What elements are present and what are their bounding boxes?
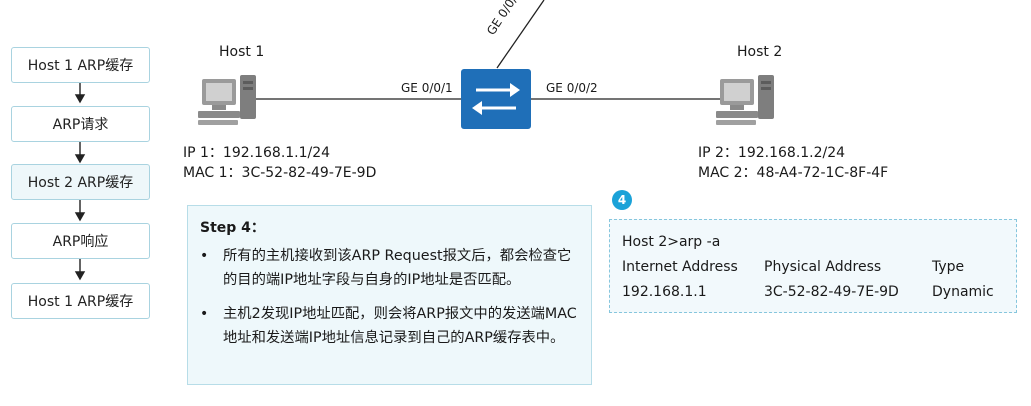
host1-name: Host 1 — [219, 44, 265, 60]
arp-command: Host 2>arp -a — [622, 234, 721, 250]
bullet-dot: • — [200, 248, 209, 264]
step4-title: Step 4： — [200, 220, 265, 236]
host2-name: Host 2 — [737, 44, 783, 60]
note-bullet-2: 主机2发现IP地址匹配，则会将ARP报文中的发送端MAC地址和发送端IP地址信息… — [223, 306, 577, 346]
arp-header-physical-address: Physical Address — [764, 259, 882, 275]
switch-icon — [461, 69, 531, 129]
switch-port-left: GE 0/0/1 — [401, 81, 453, 95]
host1-mac: MAC 1：3C-52-82-49-7E-9D — [183, 165, 377, 181]
arp-row-ip: 192.168.1.1 — [622, 284, 707, 300]
arp-table-box: Host 2>arp -a Internet Address Physical … — [609, 219, 1017, 313]
flow-step-host1-arp-cache: Host 1 ARP缓存 — [11, 47, 150, 83]
arp-header-type: Type — [932, 259, 965, 275]
arp-row-type: Dynamic — [932, 284, 994, 300]
step-badge: 4 — [612, 190, 632, 210]
flow-step-arp-request: ARP请求 — [11, 106, 150, 142]
arp-header-internet-address: Internet Address — [622, 259, 738, 275]
arp-row-mac: 3C-52-82-49-7E-9D — [764, 284, 899, 300]
step4-note: Step 4： • 所有的主机接收到该ARP Request报文后，都会检查它的… — [187, 205, 592, 385]
host1-computer-icon — [198, 75, 256, 125]
host2-computer-icon — [716, 75, 774, 125]
flow-step-host1-arp-cache-final: Host 1 ARP缓存 — [11, 283, 150, 319]
bullet-dot: • — [200, 306, 209, 322]
host2-ip: IP 2：192.168.1.2/24 — [698, 145, 846, 161]
switch-port-right: GE 0/0/2 — [546, 81, 598, 95]
note-bullet-1: 所有的主机接收到该ARP Request报文后，都会检查它的目的端IP地址字段与… — [223, 248, 572, 288]
host1-ip: IP 1：192.168.1.1/24 — [183, 145, 331, 161]
flow-step-arp-reply: ARP响应 — [11, 223, 150, 259]
host2-mac: MAC 2：48-A4-72-1C-8F-4F — [698, 165, 889, 181]
flow-step-host2-arp-cache: Host 2 ARP缓存 — [11, 164, 150, 200]
